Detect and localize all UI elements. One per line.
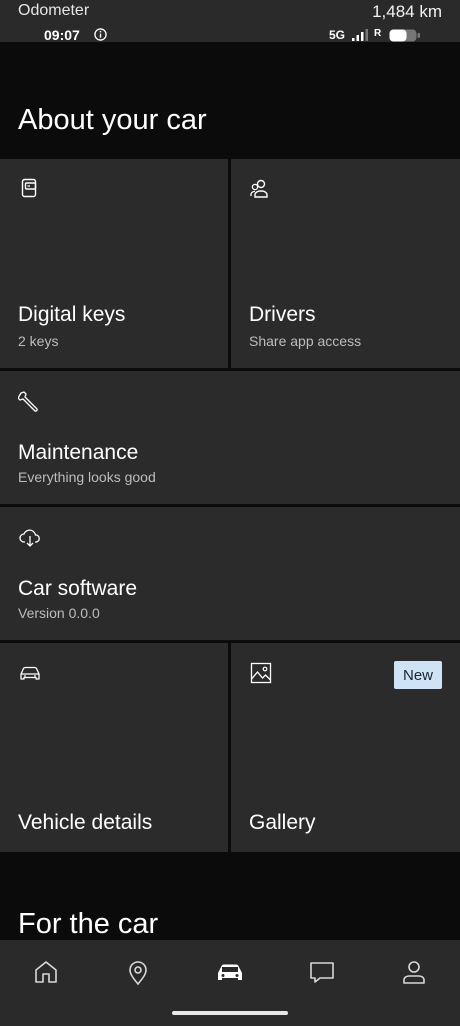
digital-keys-tile[interactable]: Digital keys 2 keys: [0, 159, 228, 368]
home-indicator: [172, 1011, 288, 1015]
key-card-icon: [21, 178, 37, 198]
signal-icon: [352, 29, 368, 41]
maintenance-tile[interactable]: Maintenance Everything looks good: [0, 371, 460, 504]
map-pin-icon[interactable]: [122, 956, 154, 988]
profile-icon[interactable]: [398, 956, 430, 988]
tile-subtitle: Version 0.0.0: [18, 605, 100, 621]
gallery-tile[interactable]: New Gallery: [231, 643, 460, 852]
tile-title: Vehicle details: [18, 811, 153, 834]
car-icon: [20, 666, 40, 680]
car-icon[interactable]: [214, 956, 246, 988]
users-icon: [250, 179, 268, 198]
home-icon[interactable]: [30, 956, 62, 988]
odometer-label: Odometer: [18, 2, 90, 19]
cloud-download-icon: [19, 529, 40, 547]
status-bar: Odometer 1,484 km 09:07 5G R: [0, 0, 460, 43]
tile-subtitle: Share app access: [249, 333, 362, 349]
battery-icon: [389, 29, 420, 42]
roaming-indicator: R: [374, 28, 382, 39]
tile-subtitle: 2 keys: [18, 333, 59, 349]
image-icon: [250, 662, 272, 684]
section-title: For the car: [18, 908, 159, 940]
tile-title: Gallery: [249, 811, 316, 834]
wrench-icon: [18, 391, 38, 412]
chat-icon[interactable]: [306, 956, 338, 988]
car-software-tile[interactable]: Car software Version 0.0.0: [0, 507, 460, 640]
info-icon: [94, 28, 107, 41]
clock: 09:07: [44, 27, 80, 43]
new-badge: New: [394, 661, 442, 689]
tile-title: Maintenance: [18, 441, 139, 464]
drivers-tile[interactable]: Drivers Share app access: [231, 159, 460, 368]
tile-title: Digital keys: [18, 303, 126, 326]
vehicle-details-tile[interactable]: Vehicle details: [0, 643, 228, 852]
network-type: 5G: [329, 28, 346, 42]
odometer-value: 1,484 km: [372, 2, 442, 21]
tile-title: Car software: [18, 577, 138, 600]
tile-subtitle: Everything looks good: [18, 469, 156, 485]
tile-title: Drivers: [249, 303, 316, 326]
page-title: About your car: [18, 104, 207, 136]
